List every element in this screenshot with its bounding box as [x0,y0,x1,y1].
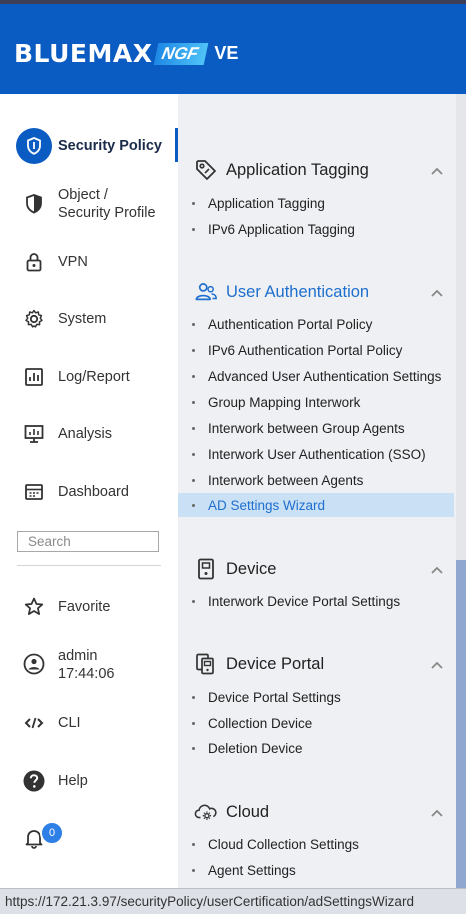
nav-label: System [58,311,107,327]
divider [17,565,161,566]
submenu-item[interactable]: Group Mapping Interwork [192,392,360,412]
device-icon [194,557,218,581]
bar-chart-icon [22,365,46,389]
submenu-item[interactable]: Interwork between Group Agents [192,418,405,438]
search-input[interactable] [17,531,159,552]
section-cloud[interactable]: Cloud [194,800,269,824]
submenu-item[interactable]: Interwork Device Portal Settings [192,591,400,611]
lock-icon [22,250,46,274]
nav-label-line1: Object / [58,187,108,203]
section-user-authentication[interactable]: User Authentication [194,280,369,304]
submenu-item[interactable]: Cloud Collection Settings [192,834,359,854]
submenu-item[interactable]: Interwork User Authentication (SSO) [192,444,426,464]
user-name: admin [58,648,98,664]
nav-label: VPN [58,254,88,270]
nav-cli[interactable]: CLI [0,711,178,735]
section-title: Device Portal [226,654,325,673]
section-title: Device [226,559,277,578]
nav-vpn[interactable]: VPN [0,250,178,274]
submenu-item[interactable]: IPv6 Application Tagging [192,219,355,239]
nav-label: Analysis [58,426,112,442]
notification-badge: 0 [40,821,64,845]
cloud-gear-icon [194,800,218,824]
submenu-item[interactable]: Device Portal Settings [192,687,341,707]
submenu-item[interactable]: Agent Settings [192,860,296,880]
chevron-up-icon[interactable] [430,808,444,818]
scrollbar-thumb[interactable] [456,560,466,888]
submenu-item[interactable]: IPv6 Authentication Portal Policy [192,340,402,360]
submenu-item[interactable]: Authentication Portal Policy [192,314,372,334]
chevron-up-icon[interactable] [430,166,444,176]
nav-log-report[interactable]: Log/Report [0,365,178,389]
submenu-item[interactable]: Collection Device [192,713,312,733]
nav-security-policy[interactable]: Security Policy [0,128,178,164]
submenu-item[interactable]: Advanced User Authentication Settings [192,366,441,386]
bluemax-logo[interactable]: BLUEMAX NGF VE [14,39,238,68]
nav-favorite[interactable]: Favorite [0,595,178,619]
chevron-up-icon[interactable] [430,565,444,575]
nav-label: Security Policy [58,138,162,154]
shield-icon [16,128,52,164]
user-session-time: 17:44:06 [58,666,115,682]
nav-help[interactable]: Help [0,769,178,793]
dashboard-icon [22,480,46,504]
nav-label: Favorite [58,599,111,615]
logo-ve-text: VE [214,43,239,63]
submenu-item[interactable]: Deletion Device [192,738,303,758]
section-device-portal[interactable]: Device Portal [194,652,324,676]
nav-label-line2: Security Profile [58,205,156,221]
nav-user-admin[interactable]: admin 17:44:06 [0,646,178,682]
device-portal-icon [194,652,218,676]
user-power-icon [22,652,46,676]
nav-analysis[interactable]: Analysis [0,422,178,446]
logo-ngf-badge: NGF [154,42,209,65]
nav-label: Dashboard [58,484,129,500]
nav-label: CLI [58,715,81,731]
app-header: BLUEMAX NGF VE [0,4,466,94]
nav-label: Help [58,773,88,789]
nav-object-security-profile[interactable]: Object / Security Profile [0,186,178,222]
nav-notifications[interactable] [0,826,178,850]
section-title: Application Tagging [226,160,369,179]
users-icon [194,280,218,304]
gear-icon [22,307,46,331]
browser-status-bar: https://172.21.3.97/securityPolicy/userC… [0,888,466,914]
status-url: https://172.21.3.97/securityPolicy/userC… [5,894,414,909]
nav-system[interactable]: System [0,307,178,331]
monitor-chart-icon [22,422,46,446]
submenu-panel [178,94,466,888]
code-icon [22,711,46,735]
shield-half-icon [22,192,46,216]
help-icon [22,769,46,793]
chevron-up-icon[interactable] [430,288,444,298]
logo-text: BLUEMAX [14,39,153,68]
tag-icon [194,158,218,182]
nav-label: Log/Report [58,369,130,385]
nav-dashboard[interactable]: Dashboard [0,480,178,504]
star-icon [22,595,46,619]
submenu-item-selected[interactable]: AD Settings Wizard [178,493,454,517]
section-title: User Authentication [226,282,370,301]
section-application-tagging[interactable]: Application Tagging [194,158,369,182]
chevron-up-icon[interactable] [430,660,444,670]
section-title: Cloud [226,802,270,821]
submenu-item[interactable]: Interwork between Agents [192,470,363,490]
submenu-item[interactable]: Application Tagging [192,193,325,213]
section-device[interactable]: Device [194,557,276,581]
